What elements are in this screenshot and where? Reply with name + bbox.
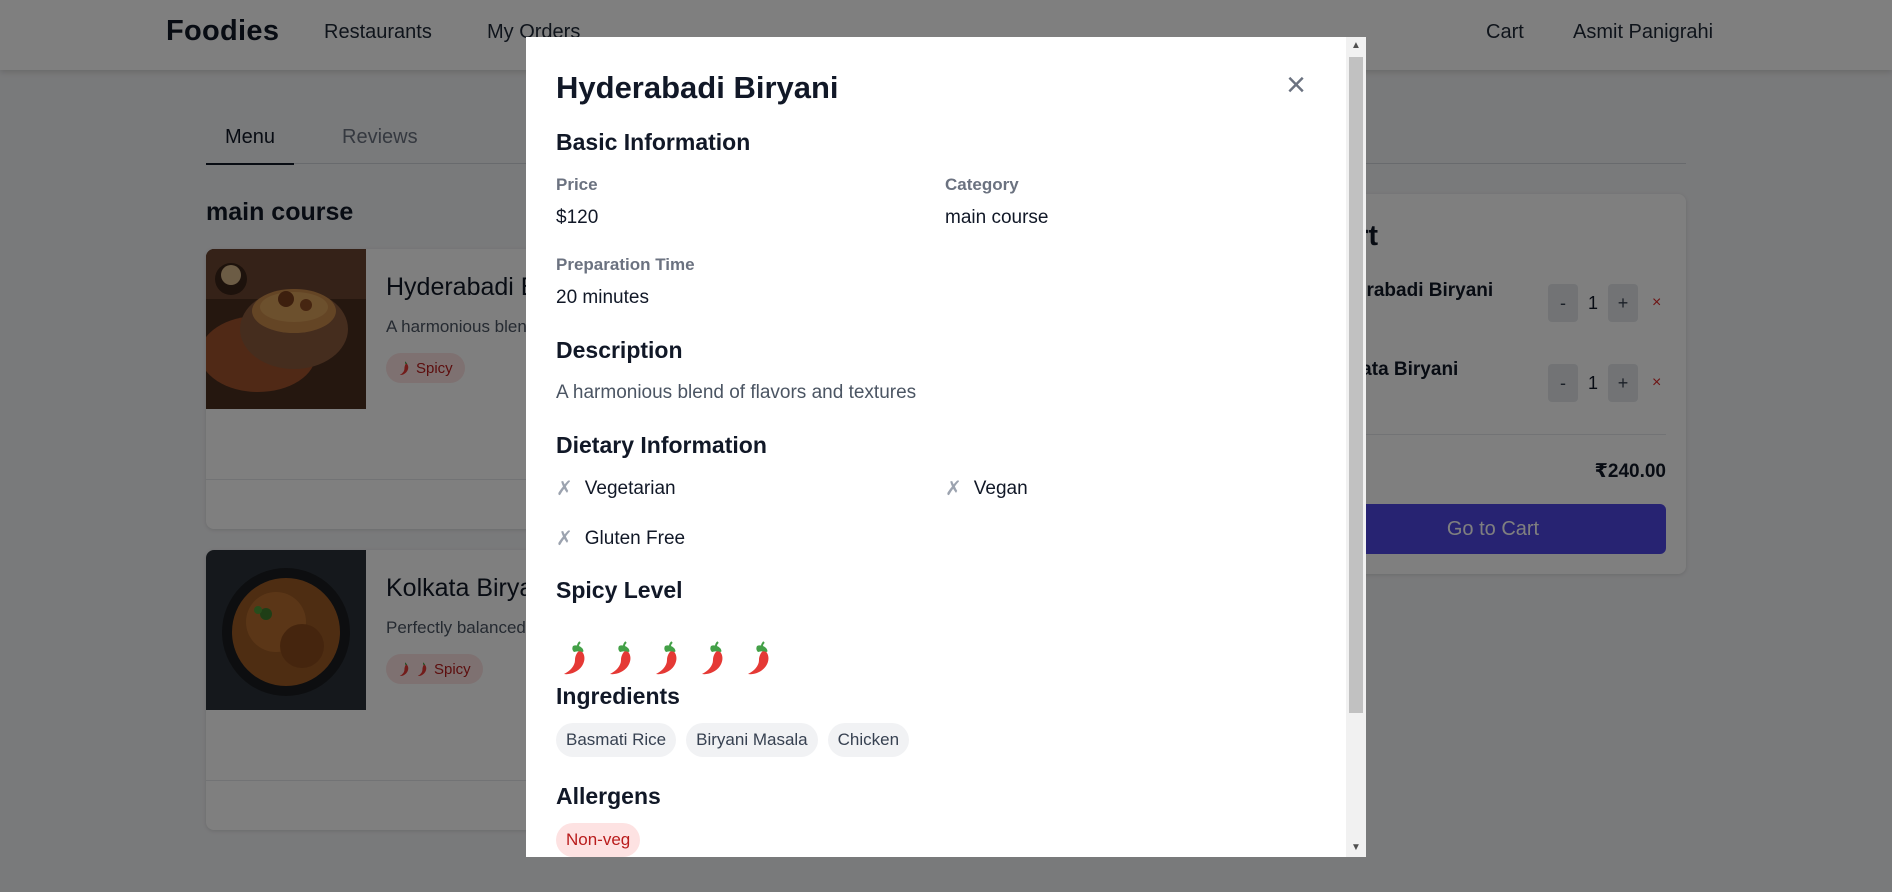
- chili-pepper-icon: [652, 641, 682, 675]
- modal-scrollbar[interactable]: ▲ ▼: [1346, 37, 1366, 857]
- allergen-tag: Non-veg: [556, 823, 641, 857]
- basic-info-heading: Basic Information: [556, 129, 751, 155]
- dietary-item-vegetarian: ✗ Vegetarian: [556, 476, 676, 501]
- scroll-down-arrow-icon[interactable]: ▼: [1346, 839, 1366, 857]
- modal-title: Hyderabadi Biryani: [556, 70, 839, 105]
- dietary-item-gluten-free: ✗ Gluten Free: [556, 526, 685, 551]
- cross-icon: ✗: [945, 478, 962, 500]
- spicy-level-indicator: [560, 641, 774, 675]
- ingredients-list: Basmati Rice Biryani Masala Chicken: [556, 723, 910, 757]
- dish-details-modal: Hyderabadi Biryani × Basic Information P…: [526, 37, 1366, 857]
- ingredient-tag: Chicken: [827, 723, 910, 757]
- chili-pepper-icon: [744, 641, 774, 675]
- category-label: Category: [945, 175, 1019, 194]
- ingredient-tag: Biryani Masala: [686, 723, 818, 757]
- price-value: $120: [556, 207, 599, 228]
- close-icon[interactable]: ×: [1278, 67, 1314, 103]
- cross-icon: ✗: [556, 478, 573, 500]
- preparation-time-value: 20 minutes: [556, 287, 649, 308]
- dietary-item-vegan: ✗ Vegan: [945, 476, 1028, 501]
- scrollbar-thumb[interactable]: [1349, 57, 1363, 713]
- preparation-time-label: Preparation Time: [556, 255, 695, 274]
- scroll-up-arrow-icon[interactable]: ▲: [1346, 37, 1366, 55]
- allergens-heading: Allergens: [556, 783, 661, 809]
- spicy-level-heading: Spicy Level: [556, 577, 683, 603]
- category-value: main course: [945, 207, 1049, 228]
- chili-pepper-icon: [560, 641, 590, 675]
- description-heading: Description: [556, 337, 683, 363]
- chili-pepper-icon: [606, 641, 636, 675]
- chili-pepper-icon: [698, 641, 728, 675]
- allergens-list: Non-veg: [556, 823, 641, 857]
- dietary-label: Vegetarian: [584, 477, 676, 499]
- ingredients-heading: Ingredients: [556, 683, 680, 709]
- dish-description: A harmonious blend of flavors and textur…: [556, 382, 917, 403]
- price-label: Price: [556, 175, 598, 194]
- dietary-label: Gluten Free: [584, 527, 686, 549]
- modal-content: Hyderabadi Biryani × Basic Information P…: [556, 37, 1316, 857]
- dietary-info-heading: Dietary Information: [556, 432, 767, 458]
- dietary-label: Vegan: [973, 477, 1028, 499]
- ingredient-tag: Basmati Rice: [556, 723, 677, 757]
- cross-icon: ✗: [556, 528, 573, 550]
